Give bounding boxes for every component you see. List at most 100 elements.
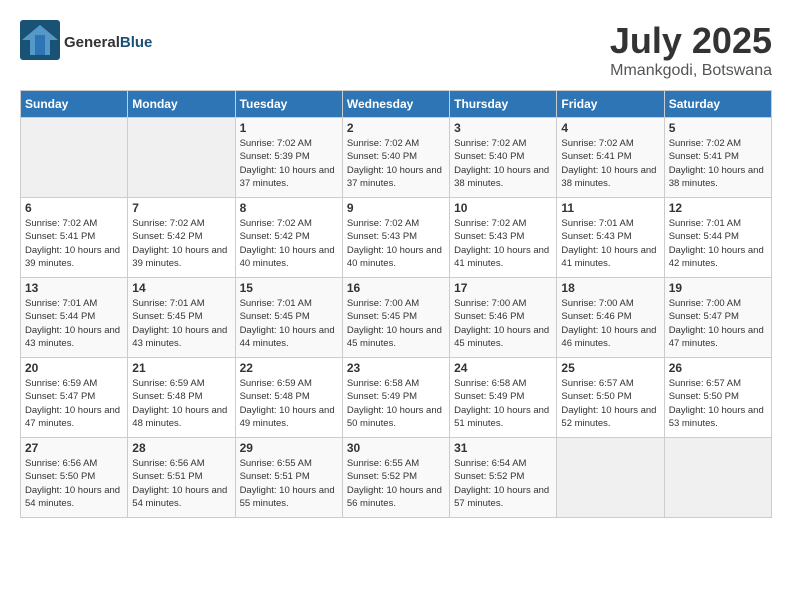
day-info: Sunrise: 7:02 AMSunset: 5:43 PMDaylight:… [454, 217, 552, 270]
day-number: 26 [669, 361, 767, 375]
calendar-cell: 9 Sunrise: 7:02 AMSunset: 5:43 PMDaylight… [342, 198, 449, 278]
weekday-header: Thursday [450, 91, 557, 118]
day-info: Sunrise: 6:55 AMSunset: 5:52 PMDaylight:… [347, 457, 445, 510]
day-number: 9 [347, 201, 445, 215]
day-number: 19 [669, 281, 767, 295]
day-number: 22 [240, 361, 338, 375]
day-info: Sunrise: 7:00 AMSunset: 5:45 PMDaylight:… [347, 297, 445, 350]
calendar-cell: 25 Sunrise: 6:57 AMSunset: 5:50 PMDayligh… [557, 358, 664, 438]
day-info: Sunrise: 7:02 AMSunset: 5:39 PMDaylight:… [240, 137, 338, 190]
day-number: 7 [132, 201, 230, 215]
day-number: 30 [347, 441, 445, 455]
page-header: GeneralBlue July 2025 Mmankgodi, Botswan… [20, 20, 772, 80]
logo: GeneralBlue [20, 20, 152, 65]
day-info: Sunrise: 6:54 AMSunset: 5:52 PMDaylight:… [454, 457, 552, 510]
day-info: Sunrise: 6:56 AMSunset: 5:50 PMDaylight:… [25, 457, 123, 510]
day-number: 12 [669, 201, 767, 215]
day-info: Sunrise: 7:01 AMSunset: 5:43 PMDaylight:… [561, 217, 659, 270]
calendar-cell: 30 Sunrise: 6:55 AMSunset: 5:52 PMDayligh… [342, 438, 449, 518]
day-info: Sunrise: 7:02 AMSunset: 5:40 PMDaylight:… [454, 137, 552, 190]
day-info: Sunrise: 7:02 AMSunset: 5:41 PMDaylight:… [561, 137, 659, 190]
calendar-cell: 15Sunrise: 7:01 AMSunset: 5:45 PMDayligh… [235, 278, 342, 358]
day-info: Sunrise: 7:00 AMSunset: 5:46 PMDaylight:… [561, 297, 659, 350]
day-info: Sunrise: 7:00 AMSunset: 5:47 PMDaylight:… [669, 297, 767, 350]
day-info: Sunrise: 7:02 AMSunset: 5:41 PMDaylight:… [25, 217, 123, 270]
calendar-week-row: 20Sunrise: 6:59 AMSunset: 5:47 PMDayligh… [21, 358, 772, 438]
calendar-week-row: 13 Sunrise: 7:01 AMSunset: 5:44 PMDayligh… [21, 278, 772, 358]
calendar-cell: 10Sunrise: 7:02 AMSunset: 5:43 PMDayligh… [450, 198, 557, 278]
day-info: Sunrise: 6:58 AMSunset: 5:49 PMDaylight:… [347, 377, 445, 430]
calendar-cell: 3 Sunrise: 7:02 AMSunset: 5:40 PMDaylight… [450, 118, 557, 198]
calendar-cell: 18 Sunrise: 7:00 AMSunset: 5:46 PMDayligh… [557, 278, 664, 358]
calendar-cell: 7Sunrise: 7:02 AMSunset: 5:42 PMDaylight… [128, 198, 235, 278]
day-number: 5 [669, 121, 767, 135]
calendar-cell [128, 118, 235, 198]
day-number: 3 [454, 121, 552, 135]
calendar-cell: 16 Sunrise: 7:00 AMSunset: 5:45 PMDayligh… [342, 278, 449, 358]
day-number: 13 [25, 281, 123, 295]
day-number: 31 [454, 441, 552, 455]
day-info: Sunrise: 7:02 AMSunset: 5:43 PMDaylight:… [347, 217, 445, 270]
day-info: Sunrise: 7:02 AMSunset: 5:42 PMDaylight:… [240, 217, 338, 270]
calendar-cell: 26 Sunrise: 6:57 AMSunset: 5:50 PMDayligh… [664, 358, 771, 438]
calendar-cell [21, 118, 128, 198]
day-number: 14 [132, 281, 230, 295]
logo-blue: Blue [120, 34, 153, 51]
day-info: Sunrise: 6:59 AMSunset: 5:48 PMDaylight:… [132, 377, 230, 430]
day-info: Sunrise: 6:58 AMSunset: 5:49 PMDaylight:… [454, 377, 552, 430]
day-number: 8 [240, 201, 338, 215]
calendar-cell: 19 Sunrise: 7:00 AMSunset: 5:47 PMDayligh… [664, 278, 771, 358]
calendar-week-row: 1 Sunrise: 7:02 AMSunset: 5:39 PMDaylight… [21, 118, 772, 198]
calendar-cell: 4Sunrise: 7:02 AMSunset: 5:41 PMDaylight… [557, 118, 664, 198]
day-number: 25 [561, 361, 659, 375]
calendar-cell: 17 Sunrise: 7:00 AMSunset: 5:46 PMDayligh… [450, 278, 557, 358]
title-section: July 2025 Mmankgodi, Botswana [610, 20, 772, 80]
day-number: 6 [25, 201, 123, 215]
calendar-cell: 22 Sunrise: 6:59 AMSunset: 5:48 PMDayligh… [235, 358, 342, 438]
day-info: Sunrise: 6:57 AMSunset: 5:50 PMDaylight:… [669, 377, 767, 430]
calendar-cell: 29 Sunrise: 6:55 AMSunset: 5:51 PMDayligh… [235, 438, 342, 518]
weekday-header-row: SundayMondayTuesdayWednesdayThursdayFrid… [21, 91, 772, 118]
day-number: 15 [240, 281, 338, 295]
calendar-cell: 14 Sunrise: 7:01 AMSunset: 5:45 PMDayligh… [128, 278, 235, 358]
calendar-cell: 23 Sunrise: 6:58 AMSunset: 5:49 PMDayligh… [342, 358, 449, 438]
logo-general: General [64, 34, 120, 51]
day-number: 20 [25, 361, 123, 375]
calendar-cell: 20Sunrise: 6:59 AMSunset: 5:47 PMDayligh… [21, 358, 128, 438]
day-number: 27 [25, 441, 123, 455]
calendar-week-row: 27 Sunrise: 6:56 AMSunset: 5:50 PMDayligh… [21, 438, 772, 518]
calendar-cell: 11 Sunrise: 7:01 AMSunset: 5:43 PMDayligh… [557, 198, 664, 278]
day-info: Sunrise: 6:55 AMSunset: 5:51 PMDaylight:… [240, 457, 338, 510]
day-number: 18 [561, 281, 659, 295]
calendar-cell: 6 Sunrise: 7:02 AMSunset: 5:41 PMDaylight… [21, 198, 128, 278]
day-number: 28 [132, 441, 230, 455]
day-number: 24 [454, 361, 552, 375]
calendar-cell: 1 Sunrise: 7:02 AMSunset: 5:39 PMDaylight… [235, 118, 342, 198]
location-title: Mmankgodi, Botswana [610, 62, 772, 80]
calendar-cell: 27 Sunrise: 6:56 AMSunset: 5:50 PMDayligh… [21, 438, 128, 518]
weekday-header: Sunday [21, 91, 128, 118]
day-info: Sunrise: 7:00 AMSunset: 5:46 PMDaylight:… [454, 297, 552, 350]
day-info: Sunrise: 6:57 AMSunset: 5:50 PMDaylight:… [561, 377, 659, 430]
day-info: Sunrise: 7:01 AMSunset: 5:45 PMDaylight:… [132, 297, 230, 350]
calendar-week-row: 6 Sunrise: 7:02 AMSunset: 5:41 PMDaylight… [21, 198, 772, 278]
day-number: 23 [347, 361, 445, 375]
day-info: Sunrise: 7:02 AMSunset: 5:41 PMDaylight:… [669, 137, 767, 190]
calendar-cell: 12Sunrise: 7:01 AMSunset: 5:44 PMDayligh… [664, 198, 771, 278]
calendar-cell: 8 Sunrise: 7:02 AMSunset: 5:42 PMDaylight… [235, 198, 342, 278]
day-number: 16 [347, 281, 445, 295]
day-info: Sunrise: 7:01 AMSunset: 5:44 PMDaylight:… [25, 297, 123, 350]
calendar-cell: 31 Sunrise: 6:54 AMSunset: 5:52 PMDayligh… [450, 438, 557, 518]
day-number: 17 [454, 281, 552, 295]
day-number: 1 [240, 121, 338, 135]
calendar-cell: 21Sunrise: 6:59 AMSunset: 5:48 PMDayligh… [128, 358, 235, 438]
weekday-header: Friday [557, 91, 664, 118]
calendar-cell: 13 Sunrise: 7:01 AMSunset: 5:44 PMDayligh… [21, 278, 128, 358]
weekday-header: Saturday [664, 91, 771, 118]
day-number: 11 [561, 201, 659, 215]
day-number: 29 [240, 441, 338, 455]
day-info: Sunrise: 6:56 AMSunset: 5:51 PMDaylight:… [132, 457, 230, 510]
day-info: Sunrise: 7:02 AMSunset: 5:40 PMDaylight:… [347, 137, 445, 190]
calendar-cell: 5 Sunrise: 7:02 AMSunset: 5:41 PMDaylight… [664, 118, 771, 198]
day-info: Sunrise: 6:59 AMSunset: 5:48 PMDaylight:… [240, 377, 338, 430]
